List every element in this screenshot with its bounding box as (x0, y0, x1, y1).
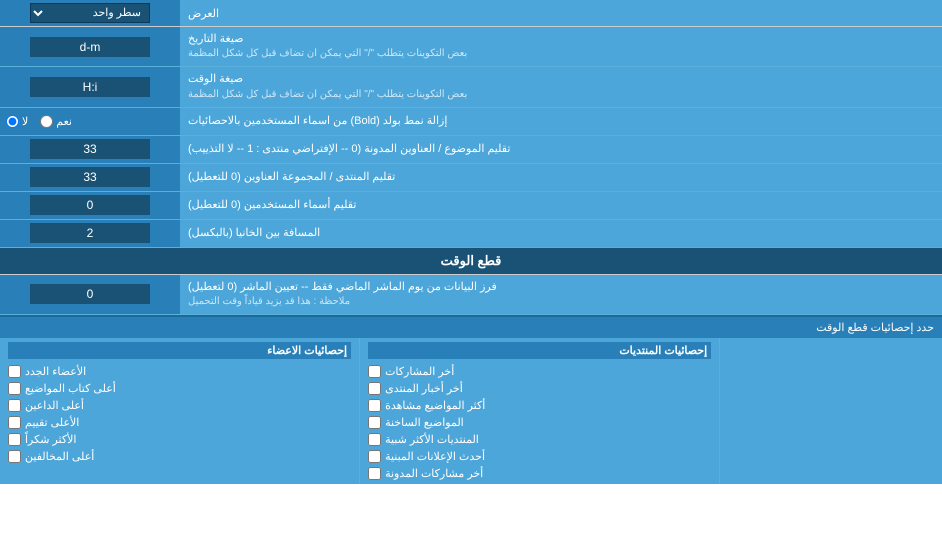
forum-stats-title: إحصائيات المنتديات (368, 342, 711, 359)
checkboxes-grid: إحصائيات المنتديات أخر المشاركات أخر أخب… (0, 338, 942, 484)
spacing-input[interactable] (30, 223, 150, 243)
topics-input[interactable] (30, 139, 150, 159)
cb-forum-7[interactable] (368, 467, 381, 480)
display-row: العرض سطر واحد سطرين ثلاثة أسطر (0, 0, 942, 27)
cb-item-1: أخر المشاركات (368, 365, 711, 378)
cb-item-4: المواضيع الساخنة (368, 416, 711, 429)
cb-item-5: المنتديات الأكثر شبية (368, 433, 711, 446)
bold-radio-no[interactable]: لا (6, 115, 28, 128)
cb-item-3: أكثر المواضيع مشاهدة (368, 399, 711, 412)
member-stats-col: إحصائيات الاعضاء الأعضاء الجدد أعلى كتاب… (0, 338, 359, 484)
date-input-area (0, 27, 180, 66)
cb-item-6: أحدث الإعلانات المبنية (368, 450, 711, 463)
date-label: صيغة التاريخ بعض التكوينات يتطلب "/" الت… (180, 27, 942, 66)
date-input[interactable] (30, 37, 150, 57)
users-input[interactable] (30, 195, 150, 215)
cut-time-input[interactable] (30, 284, 150, 304)
forum-label: تقليم المنتدى / المجموعة العناوين (0 للت… (180, 164, 942, 191)
time-input-area (0, 67, 180, 106)
date-row: صيغة التاريخ بعض التكوينات يتطلب "/" الت… (0, 27, 942, 67)
display-select[interactable]: سطر واحد سطرين ثلاثة أسطر (30, 3, 150, 23)
checkboxes-header: حدد إحصائيات قطع الوقت (0, 317, 942, 338)
users-input-area (0, 192, 180, 219)
checkboxes-section: حدد إحصائيات قطع الوقت إحصائيات المنتديا… (0, 315, 942, 484)
users-label: تقليم أسماء المستخدمين (0 للتعطيل) (180, 192, 942, 219)
cb-member-cb-2[interactable] (8, 382, 21, 395)
forum-input[interactable] (30, 167, 150, 187)
cb-forum-3[interactable] (368, 399, 381, 412)
cb-forum-4[interactable] (368, 416, 381, 429)
time-row: صيغة الوقت بعض التكوينات يتطلب "/" التي … (0, 67, 942, 107)
stats-label-col (719, 338, 942, 484)
time-input[interactable] (30, 77, 150, 97)
spacing-input-area (0, 220, 180, 247)
forum-row: تقليم المنتدى / المجموعة العناوين (0 للت… (0, 164, 942, 192)
display-label: العرض (180, 0, 942, 26)
cb-member-cb-5[interactable] (8, 433, 21, 446)
cb-member-cb-4[interactable] (8, 416, 21, 429)
time-label: صيغة الوقت بعض التكوينات يتطلب "/" التي … (180, 67, 942, 106)
topics-input-area (0, 136, 180, 163)
cut-time-input-area (0, 275, 180, 314)
cb-forum-1[interactable] (368, 365, 381, 378)
cb-forum-5[interactable] (368, 433, 381, 446)
cb-item-2: أخر أخبار المنتدى (368, 382, 711, 395)
cb-member-cb-6[interactable] (8, 450, 21, 463)
cb-member-1: الأعضاء الجدد (8, 365, 351, 378)
topics-label: تقليم الموضوع / العناوين المدونة (0 -- ا… (180, 136, 942, 163)
topics-row: تقليم الموضوع / العناوين المدونة (0 -- ا… (0, 136, 942, 164)
main-container: العرض سطر واحد سطرين ثلاثة أسطر صيغة الت… (0, 0, 942, 484)
forum-input-area (0, 164, 180, 191)
users-row: تقليم أسماء المستخدمين (0 للتعطيل) (0, 192, 942, 220)
bold-radio-yes[interactable]: نعم (40, 115, 72, 128)
cb-member-cb-3[interactable] (8, 399, 21, 412)
display-input-area: سطر واحد سطرين ثلاثة أسطر (0, 0, 180, 26)
spacing-label: المسافة بين الخانيا (بالبكسل) (180, 220, 942, 247)
member-stats-title: إحصائيات الاعضاء (8, 342, 351, 359)
cb-member-cb-1[interactable] (8, 365, 21, 378)
forum-stats-col: إحصائيات المنتديات أخر المشاركات أخر أخب… (359, 338, 719, 484)
cb-member-6: أعلى المخالفين (8, 450, 351, 463)
spacing-row: المسافة بين الخانيا (بالبكسل) (0, 220, 942, 248)
bold-label: إزالة نمط بولد (Bold) من اسماء المستخدمي… (180, 108, 942, 135)
cb-forum-2[interactable] (368, 382, 381, 395)
cb-forum-6[interactable] (368, 450, 381, 463)
cb-member-2: أعلى كتاب المواضيع (8, 382, 351, 395)
cut-time-row: فرز البيانات من يوم الماشر الماضي فقط --… (0, 275, 942, 315)
bold-row: إزالة نمط بولد (Bold) من اسماء المستخدمي… (0, 108, 942, 136)
cb-member-4: الأعلى تقييم (8, 416, 351, 429)
bold-radio-area: نعم لا (0, 108, 180, 135)
cb-member-5: الأكثر شكراً (8, 433, 351, 446)
cb-item-7: أخر مشاركات المدونة (368, 467, 711, 480)
cb-member-3: أعلى الداعين (8, 399, 351, 412)
cut-time-label: فرز البيانات من يوم الماشر الماضي فقط --… (180, 275, 942, 314)
cut-time-section-header: قطع الوقت (0, 248, 942, 275)
